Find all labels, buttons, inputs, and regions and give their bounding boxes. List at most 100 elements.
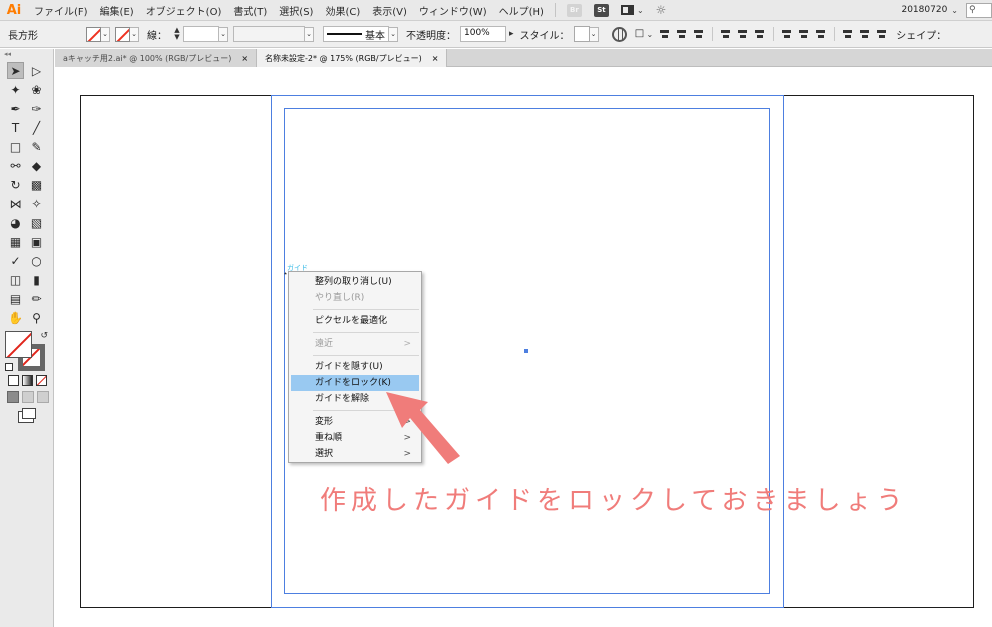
bridge-icon[interactable]: Br [566, 3, 582, 17]
stroke-weight-dropdown[interactable]: ⌄ [219, 26, 228, 42]
lasso-tool-icon[interactable]: ❀ [28, 81, 45, 98]
brush-definition-label: 基本 [365, 30, 385, 42]
screen-mode-icon[interactable] [18, 408, 36, 423]
menu-type[interactable]: 書式(T) [227, 3, 273, 18]
menu-view[interactable]: 表示(V) [366, 3, 413, 18]
color-mode-icon[interactable] [8, 375, 19, 386]
column-graph-tool-icon[interactable]: ▮ [28, 271, 45, 288]
close-icon[interactable]: × [432, 54, 439, 63]
menu-item-undo-align[interactable]: 整列の取り消し(U) [291, 274, 419, 290]
fill-color-swatch[interactable] [86, 26, 101, 42]
distribute-top-icon[interactable] [781, 28, 793, 40]
hand-tool-icon[interactable]: ✋ [7, 309, 24, 326]
zoom-tool-icon[interactable]: ⚲ [28, 309, 45, 326]
panel-collapse-icon[interactable]: ◂◂ [0, 49, 53, 61]
close-icon[interactable]: × [241, 54, 248, 63]
brush-definition-select[interactable]: 基本 [323, 26, 389, 42]
shape-builder-tool-icon[interactable]: ◕ [7, 214, 24, 231]
graphic-style-swatch[interactable] [573, 26, 590, 42]
slice-tool-icon[interactable]: ✏ [28, 290, 45, 307]
swap-fill-stroke-icon[interactable]: ↺ [40, 331, 48, 341]
pen-tool-icon[interactable]: ✒ [7, 100, 24, 117]
menu-effect[interactable]: 効果(C) [319, 3, 366, 18]
menu-file[interactable]: ファイル(F) [28, 3, 94, 18]
rectangle-tool-icon[interactable]: □ [7, 138, 24, 155]
none-mode-icon[interactable] [36, 375, 47, 386]
align-left-icon[interactable] [659, 28, 671, 40]
menu-object[interactable]: オブジェクト(O) [140, 3, 228, 18]
stock-icon[interactable]: St [593, 3, 609, 17]
shaper-tool-icon[interactable]: ⚯ [7, 157, 24, 174]
drawing-mode-buttons [0, 391, 53, 403]
stroke-weight-stepper[interactable]: ▲ ▼ [171, 26, 183, 42]
gradient-mode-icon[interactable] [22, 375, 33, 386]
gradient-tool-icon[interactable]: ▣ [28, 233, 45, 250]
scale-tool-icon[interactable]: ▩ [28, 176, 45, 193]
menu-edit[interactable]: 編集(E) [94, 3, 140, 18]
graphic-style-dropdown[interactable]: ⌄ [589, 26, 599, 42]
width-tool-icon[interactable]: ⋈ [7, 195, 24, 212]
line-tool-icon[interactable]: ╱ [28, 119, 45, 136]
brush-dropdown-arrow[interactable]: ⌄ [389, 26, 398, 42]
fill-dropdown-arrow[interactable]: ⌄ [101, 26, 110, 42]
menu-window[interactable]: ウィンドウ(W) [413, 3, 493, 18]
align-right-icon[interactable] [693, 28, 705, 40]
document-tab[interactable]: aキャッチ用2.ai* @ 100% (RGB/プレビュー) × [55, 49, 258, 67]
workspace-switcher[interactable]: 20180720 ⌄ [893, 5, 966, 15]
perspective-grid-tool-icon[interactable]: ▧ [28, 214, 45, 231]
magic-wand-tool-icon[interactable]: ✦ [7, 81, 24, 98]
default-colors-icon[interactable] [5, 363, 13, 371]
opacity-arrow-icon[interactable]: ▸ [509, 29, 514, 39]
tab-label: 名称未設定-2* @ 175% (RGB/プレビュー) [265, 53, 422, 63]
eyedropper-tool-icon[interactable]: ✓ [7, 252, 24, 269]
curvature-tool-icon[interactable]: ✑ [28, 100, 45, 117]
paintbrush-tool-icon[interactable]: ✎ [28, 138, 45, 155]
document-tab-active[interactable]: 名称未設定-2* @ 175% (RGB/プレビュー) × [257, 49, 448, 67]
eraser-tool-icon[interactable]: ◆ [28, 157, 45, 174]
artboard-tool-icon[interactable]: ▤ [7, 290, 24, 307]
symbol-sprayer-tool-icon[interactable]: ◫ [7, 271, 24, 288]
align-top-icon[interactable] [720, 28, 732, 40]
align-bottom-icon[interactable] [754, 28, 766, 40]
stroke-dropdown-arrow[interactable]: ⌄ [130, 26, 139, 42]
gpu-performance-icon[interactable]: ☼ [656, 4, 672, 16]
distribute-right-icon[interactable] [876, 28, 888, 40]
variable-width-profile [233, 26, 305, 42]
search-input[interactable]: ⚲ [966, 2, 992, 18]
direct-selection-tool-icon[interactable]: ▷ [28, 62, 45, 79]
align-vcenter-icon[interactable] [737, 28, 749, 40]
distribute-left-icon[interactable] [842, 28, 854, 40]
arrange-documents-icon[interactable]: ⌄ [620, 5, 644, 15]
align-to-icon[interactable]: □ [633, 26, 647, 43]
document-canvas[interactable]: ガイド ⋆ [55, 67, 992, 627]
draw-normal-icon[interactable] [7, 391, 19, 403]
style-label[interactable]: スタイル： [520, 27, 570, 42]
menu-select[interactable]: 選択(S) [273, 3, 319, 18]
align-hcenter-icon[interactable] [676, 28, 688, 40]
mesh-tool-icon[interactable]: ▦ [7, 233, 24, 250]
opacity-label[interactable]: 不透明度： [406, 27, 456, 42]
blend-tool-icon[interactable]: ○ [28, 252, 45, 269]
selection-tool-icon[interactable]: ➤ [7, 62, 24, 79]
stroke-weight-input[interactable] [183, 26, 219, 42]
menu-item-hide-guides[interactable]: ガイドを隠す(U) [291, 359, 419, 375]
shape-label[interactable]: シェイプ： [896, 27, 946, 42]
menu-item-lock-guides[interactable]: ガイドをロック(K) [291, 375, 419, 391]
type-tool-icon[interactable]: T [7, 119, 24, 136]
distribute-vcenter-icon[interactable] [798, 28, 810, 40]
align-buttons [659, 27, 888, 41]
fill-color-box[interactable] [5, 331, 32, 358]
menu-help[interactable]: ヘルプ(H) [493, 3, 550, 18]
chevron-down-icon: ⌄ [636, 5, 644, 15]
draw-inside-icon[interactable] [37, 391, 49, 403]
draw-behind-icon[interactable] [22, 391, 34, 403]
puppet-warp-tool-icon[interactable]: ✧ [28, 195, 45, 212]
distribute-bottom-icon[interactable] [815, 28, 827, 40]
chevron-down-icon[interactable]: ⌄ [647, 30, 654, 39]
opacity-input[interactable]: 100% [460, 26, 506, 42]
menu-item-pixel-optimize[interactable]: ピクセルを最適化 [291, 313, 419, 329]
rotate-tool-icon[interactable]: ↻ [7, 176, 24, 193]
stroke-color-swatch[interactable] [115, 26, 130, 42]
recolor-artwork-icon[interactable] [611, 26, 627, 42]
distribute-hcenter-icon[interactable] [859, 28, 871, 40]
